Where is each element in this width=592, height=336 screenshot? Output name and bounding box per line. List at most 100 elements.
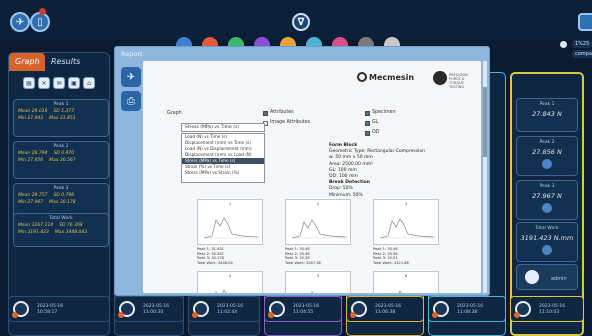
brand-name: Mecmesin bbox=[369, 73, 415, 82]
test-footer[interactable]: 2023-05-16 10:58:17 bbox=[8, 296, 110, 322]
peak1-card: Peak 1 27.843 N bbox=[516, 98, 578, 132]
test-footer[interactable]: 2023-05-16 11:10:03 bbox=[510, 296, 584, 322]
print-icon[interactable]: ⎙ bbox=[121, 91, 141, 111]
min-value: Min 3191.423 bbox=[18, 230, 49, 235]
mecmesin-logo-icon bbox=[357, 72, 367, 82]
print-icon[interactable]: ▣ bbox=[68, 77, 80, 89]
notification-badge bbox=[39, 8, 46, 15]
tab-graph[interactable]: Graph bbox=[9, 53, 45, 71]
export-csv-icon[interactable]: ▤ bbox=[23, 77, 35, 89]
test-footer[interactable]: 2023-05-16 11:02:44 bbox=[188, 296, 260, 322]
minimum-value: Minimum: 50% bbox=[329, 192, 363, 198]
top-bar: ✈ ▯ ∇ bbox=[0, 0, 592, 40]
zoom-icon[interactable] bbox=[560, 41, 567, 48]
form-block-info: Form Block Geometric Type: Rectangular C… bbox=[329, 143, 425, 199]
plot-stats: Peak 1: 31.451 Peak 2: 30.567 Peak 3: 30.1… bbox=[197, 247, 233, 265]
app-logo-icon[interactable]: ∇ bbox=[292, 13, 310, 31]
test-footer[interactable]: 2023-05-16 11:06:38 bbox=[346, 296, 424, 322]
report-preview: Mecmesin PRECISION FORCE & TORQUE TESTIN… bbox=[143, 61, 481, 293]
zoom-level[interactable]: 1%25 bbox=[572, 40, 592, 48]
test-plot: 2 bbox=[285, 199, 351, 245]
compare-label[interactable]: compa bbox=[572, 50, 592, 58]
test-footer[interactable]: 2023-05-16 11:04:55 bbox=[264, 296, 342, 322]
mean-value: Mean 28.757 bbox=[18, 193, 48, 198]
brand-tagline: PRECISION FORCE & TORQUE TESTING bbox=[449, 73, 468, 89]
footer-date: 2023-05-16 11:08:38 bbox=[457, 304, 484, 315]
test-plot: 3 bbox=[373, 199, 439, 245]
footer-date: 2023-05-16 11:02:44 bbox=[217, 304, 244, 315]
card-title: Peak 3 bbox=[539, 184, 555, 189]
test-plot: 6 bbox=[373, 271, 439, 293]
gl-checkbox[interactable] bbox=[365, 121, 370, 126]
menu-icon[interactable] bbox=[578, 13, 592, 31]
dropdown-option[interactable]: Stress (MPa) vs Strain (%) bbox=[182, 170, 264, 176]
total-work-summary-card: Total Work Mean 3267.114 SD 76.368 Min 31… bbox=[13, 213, 109, 247]
card-title: Peak 2 bbox=[53, 144, 69, 149]
pin-report-icon[interactable]: ✈ bbox=[121, 67, 141, 87]
graph-type-dropdown: Load (N) vs Time (s) Displacement (mm) v… bbox=[181, 133, 265, 183]
card-title: Total Work bbox=[49, 216, 73, 221]
sample-icon[interactable]: ▯ bbox=[30, 12, 50, 32]
peak2-card: Peak 2 27.856 N bbox=[516, 136, 578, 176]
specimen-label: Specimen bbox=[372, 110, 396, 115]
footer-date: 2023-05-16 11:10:03 bbox=[539, 304, 566, 315]
peak3-card: Peak 3 27.967 N bbox=[516, 180, 578, 220]
card-title: Peak 1 bbox=[53, 102, 69, 107]
graph-type-select[interactable]: Stress (MPa) vs Time (s) bbox=[181, 123, 265, 132]
footer-date: 2023-05-16 11:04:55 bbox=[293, 304, 320, 315]
mean-value: Mean 3267.114 bbox=[18, 223, 54, 228]
home-icon[interactable]: ⌂ bbox=[83, 77, 95, 89]
od-checkbox[interactable] bbox=[365, 131, 370, 136]
left-panel: Graph Results ▤ ✕ ✉ ▣ ⌂ Peak 1 Mean 29.0… bbox=[8, 52, 110, 336]
min-value: Min 27.967 bbox=[18, 200, 44, 205]
test-plot: 1 bbox=[197, 199, 263, 245]
user-card[interactable]: admin bbox=[516, 264, 578, 290]
plot-curve bbox=[291, 219, 347, 239]
timer-icon bbox=[268, 301, 285, 318]
email-icon[interactable]: ✉ bbox=[53, 77, 65, 89]
graph-section-label: Graph bbox=[167, 111, 182, 116]
timer-icon bbox=[192, 301, 209, 318]
user-avatar-icon bbox=[525, 270, 539, 284]
min-value: Min 27.856 bbox=[18, 158, 44, 163]
footer-date: 2023-05-16 11:00:30 bbox=[143, 304, 170, 315]
timer-icon bbox=[350, 301, 367, 318]
status-dot-icon bbox=[542, 245, 552, 255]
max-value: Max 30.567 bbox=[49, 158, 76, 163]
image-attributes-label: Image Attributes bbox=[270, 120, 311, 125]
partner-logo-icon bbox=[433, 71, 447, 85]
card-title: Total Work bbox=[535, 226, 559, 231]
pin-icon[interactable]: ✈ bbox=[10, 12, 30, 32]
test-plot: 4 bbox=[197, 271, 263, 293]
test-footer[interactable]: 2023-05-16 11:08:38 bbox=[428, 296, 506, 322]
plot-stats: Peak 1: 30.46 Peak 2: 29.56 Peak 3: 29.01 T… bbox=[373, 247, 409, 265]
od-label: OD bbox=[372, 130, 380, 135]
plot-curve bbox=[311, 291, 314, 293]
timer-icon bbox=[432, 301, 449, 318]
card-title: Peak 1 bbox=[539, 102, 555, 107]
sd-value: SD 76.368 bbox=[59, 223, 83, 228]
timer-icon bbox=[514, 301, 531, 318]
test-footer[interactable]: 2023-05-16 11:00:30 bbox=[114, 296, 184, 322]
test-plot: 5 bbox=[285, 271, 351, 293]
peak3-value: 27.967 N bbox=[532, 192, 562, 200]
attributes-checkbox[interactable] bbox=[263, 111, 268, 116]
status-dot-icon bbox=[542, 159, 552, 169]
status-dot-icon bbox=[542, 203, 552, 213]
specimen-checkbox[interactable] bbox=[365, 111, 370, 116]
peak1-summary-card: Peak 1 Mean 29.016 SD 1.377 Min 27.843 Max… bbox=[13, 99, 109, 137]
tab-results[interactable]: Results bbox=[45, 53, 81, 71]
max-value: Max 31.451 bbox=[49, 116, 76, 121]
sd-value: SD 0.796 bbox=[53, 193, 75, 198]
plot-curve bbox=[379, 218, 435, 239]
sd-value: SD 0.970 bbox=[53, 151, 75, 156]
plot-curve bbox=[391, 290, 402, 293]
peak1-value: 27.843 N bbox=[532, 110, 562, 118]
max-value: Max 30.178 bbox=[49, 200, 76, 205]
sd-value: SD 1.377 bbox=[53, 109, 75, 114]
export-excel-icon[interactable]: ✕ bbox=[38, 77, 50, 89]
mean-value: Mean 28.794 bbox=[18, 151, 48, 156]
attributes-label: Attributes bbox=[270, 110, 294, 115]
card-title: Peak 3 bbox=[53, 186, 69, 191]
report-scrollbar-thumb[interactable] bbox=[483, 87, 487, 157]
